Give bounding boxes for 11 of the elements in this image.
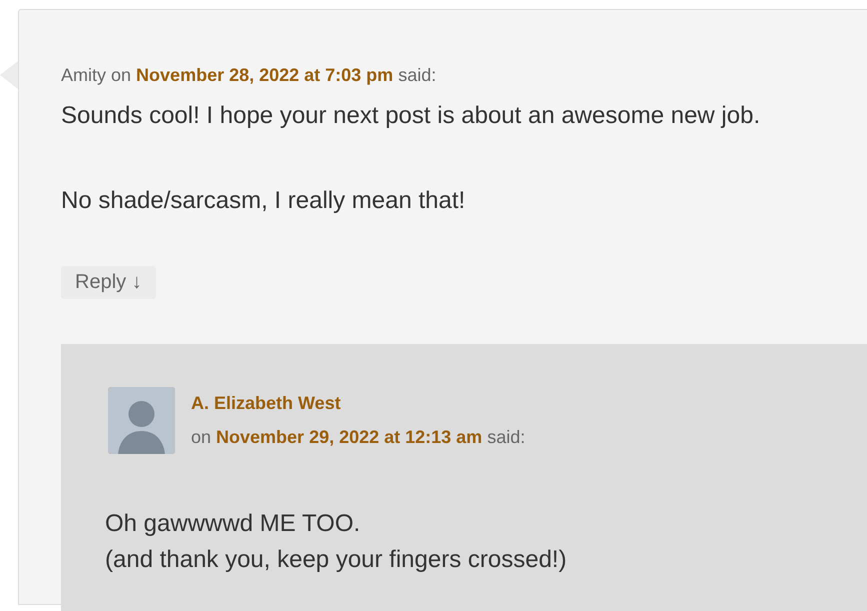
comment-date-link[interactable]: November 28, 2022 at 7:03 pm: [136, 65, 394, 85]
avatar-icon: [108, 387, 175, 454]
comment-date-link[interactable]: November 29, 2022 at 12:13 am: [216, 427, 482, 447]
comment-author-link[interactable]: A. Elizabeth West: [191, 390, 341, 416]
comment-text: Sounds cool! I hope your next post is about an awesome new job.: [61, 101, 762, 131]
comment-text: No shade/sarcasm, I really mean that!: [61, 186, 466, 216]
comment-meta: on November 29, 2022 at 12:13 am said:: [191, 426, 526, 449]
comment-author: Amity: [61, 65, 107, 85]
reply-button[interactable]: Reply ↓: [61, 266, 156, 299]
comment-text: Oh gawwwwd ME TOO. (and thank you, keep your fingers crossed!): [105, 509, 568, 575]
comment-meta: Amity on November 28, 2022 at 7:03 pm said:: [61, 64, 438, 87]
